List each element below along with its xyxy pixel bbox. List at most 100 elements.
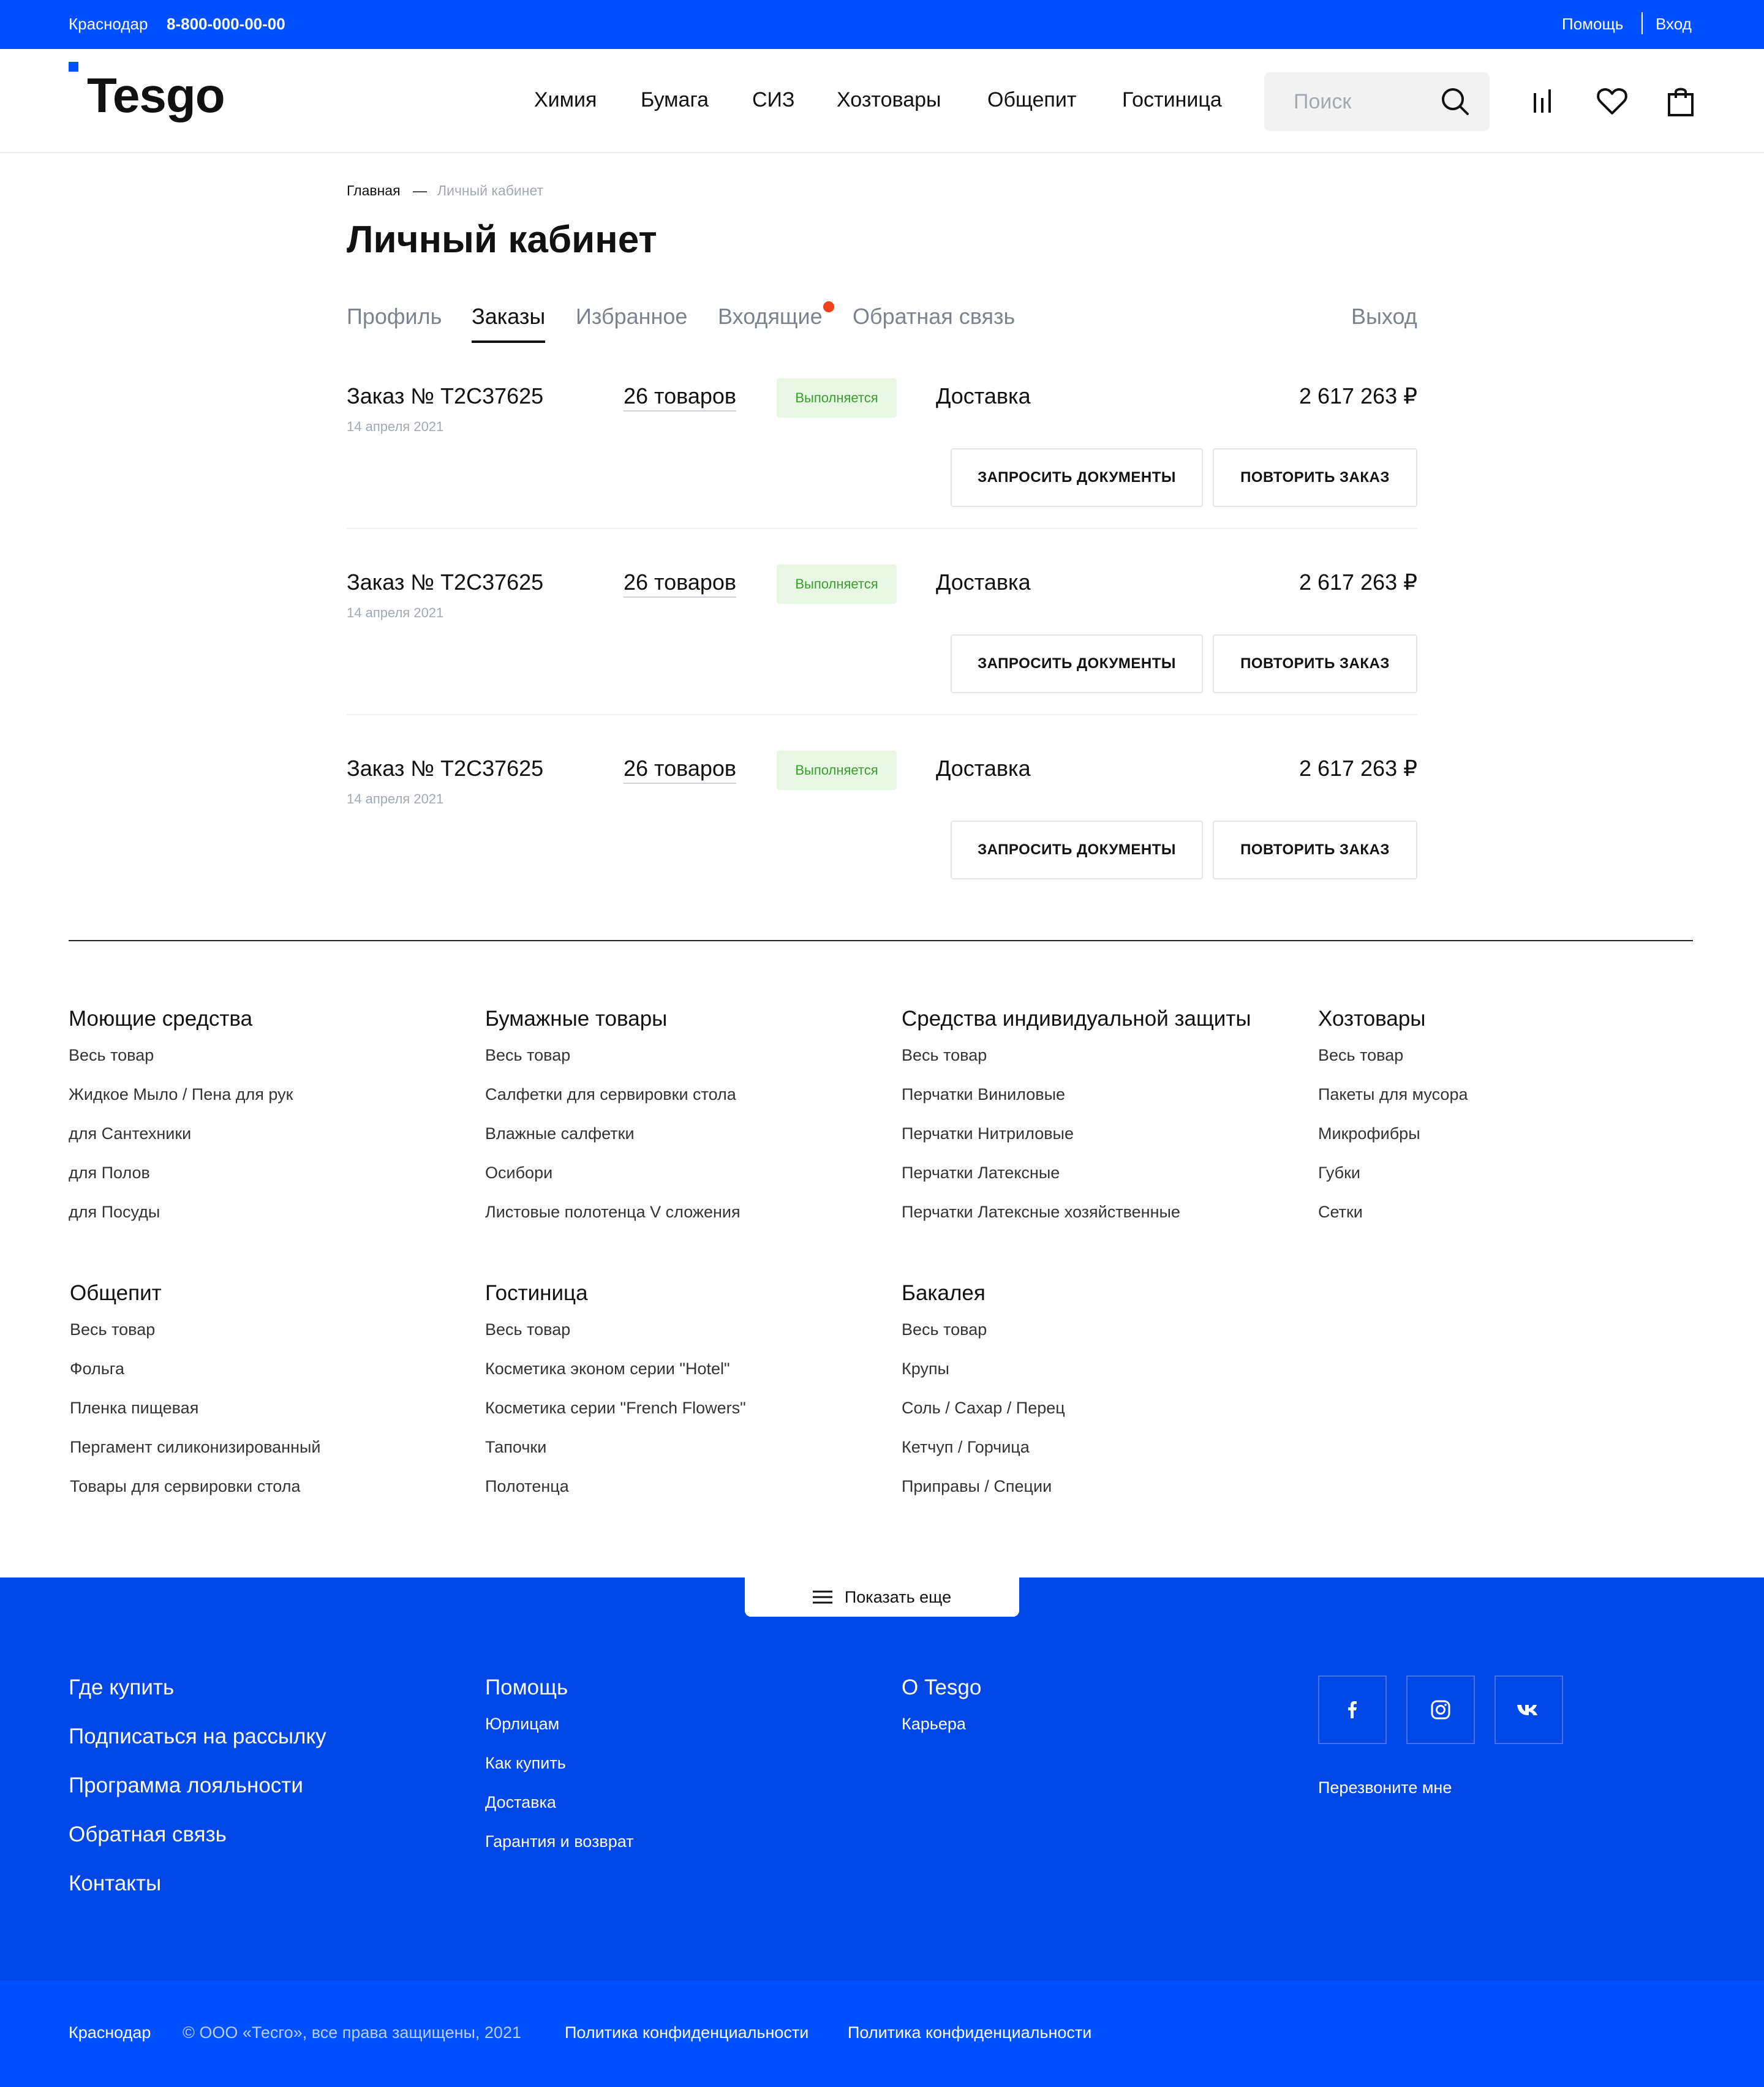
privacy-link[interactable]: Политика конфиденциальности [565,2023,809,2042]
catalog-link[interactable]: Кетчуп / Горчица [902,1437,1065,1476]
help-link[interactable]: Помощь [1562,15,1623,34]
catalog-column-ppe: Средства индивидуальной защиты Весь това… [902,1007,1251,1241]
footer-link[interactable]: Как купить [485,1754,634,1793]
footer-link[interactable]: Юрлицам [485,1715,634,1754]
login-link[interactable]: Вход [1656,15,1692,34]
catalog-link[interactable]: Жидкое Мыло / Пена для рук [69,1084,293,1123]
catalog-title[interactable]: Бакалея [902,1281,1065,1306]
catalog-link[interactable]: Полотенца [485,1476,746,1515]
bag-icon[interactable] [1664,85,1698,119]
footer-link-loyalty[interactable]: Программа лояльности [69,1773,326,1822]
catalog-link[interactable]: для Посуды [69,1201,293,1241]
request-documents-button[interactable]: ЗАПРОСИТЬ ДОКУМЕНТЫ [951,821,1203,879]
search-input[interactable] [1294,87,1428,116]
footer-link[interactable]: Доставка [485,1793,634,1832]
request-documents-button[interactable]: ЗАПРОСИТЬ ДОКУМЕНТЫ [951,634,1203,693]
order-items-link[interactable]: 26 товаров [624,383,737,412]
order-items-link[interactable]: 26 товаров [624,570,737,598]
catalog-link[interactable]: Весь товар [485,1319,746,1358]
catalog-link[interactable]: Осибори [485,1162,741,1201]
catalog-link[interactable]: Микрофибры [1318,1123,1468,1162]
catalog-link[interactable]: Перчатки Латексные хозяйственные [902,1201,1251,1241]
catalog-link[interactable]: Крупы [902,1358,1065,1397]
order-number[interactable]: Заказ № T2C37625 [347,756,543,781]
footer-link-where-to-buy[interactable]: Где купить [69,1675,326,1724]
compare-icon[interactable] [1526,85,1561,119]
nav-item-catering[interactable]: Общепит [987,88,1076,112]
catalog-link[interactable]: для Полов [69,1162,293,1201]
catalog-link[interactable]: Приправы / Специи [902,1476,1065,1515]
footer-link[interactable]: Карьера [902,1715,981,1754]
tab-profile[interactable]: Профиль [347,304,442,329]
catalog-link[interactable]: Сетки [1318,1201,1468,1241]
privacy-link-secondary[interactable]: Политика конфиденциальности [848,2023,1091,2042]
instagram-icon[interactable] [1406,1675,1475,1744]
catalog-link[interactable]: Перчатки Виниловые [902,1084,1251,1123]
phone-link[interactable]: 8-800-000-00-00 [167,15,285,34]
bottom-city[interactable]: Краснодар [69,2023,151,2042]
footer-link-feedback[interactable]: Обратная связь [69,1822,326,1871]
repeat-order-button[interactable]: ПОВТОРИТЬ ЗАКАЗ [1213,821,1417,879]
tab-favorites[interactable]: Избранное [576,304,687,329]
catalog-title[interactable]: Средства индивидуальной защиты [902,1007,1251,1031]
city-label[interactable]: Краснодар [69,15,148,34]
catalog-link[interactable]: Пергамент силиконизированный [70,1437,320,1476]
facebook-icon[interactable] [1318,1675,1387,1744]
catalog-link[interactable]: Перчатки Нитриловые [902,1123,1251,1162]
search-icon[interactable] [1439,86,1471,118]
nav-item-ppe[interactable]: СИЗ [752,88,795,112]
show-more-button[interactable]: Показать еще [745,1577,1019,1617]
nav-item-household[interactable]: Хозтовары [837,88,941,112]
catalog-title[interactable]: Бумажные товары [485,1007,741,1031]
catalog-link[interactable]: для Сантехники [69,1123,293,1162]
catalog-link[interactable]: Весь товар [902,1319,1065,1358]
catalog-link[interactable]: Перчатки Латексные [902,1162,1251,1201]
catalog-link[interactable]: Салфетки для сервировки стола [485,1084,741,1123]
nav-item-hotel[interactable]: Гостиница [1122,88,1222,112]
catalog-link[interactable]: Косметика эконом серии "Hotel" [485,1358,746,1397]
footer-help-column: Помощь Юрлицам Как купить Доставка Гаран… [485,1675,634,1871]
repeat-order-button[interactable]: ПОВТОРИТЬ ЗАКАЗ [1213,634,1417,693]
footer-link-contacts[interactable]: Контакты [69,1871,326,1920]
catalog-link[interactable]: Косметика серии "French Flowers" [485,1397,746,1437]
catalog-link[interactable]: Весь товар [1318,1045,1468,1084]
tab-inbox[interactable]: Входящие [718,304,823,329]
breadcrumb-home[interactable]: Главная [347,182,401,199]
order-number[interactable]: Заказ № T2C37625 [347,383,543,409]
catalog-link[interactable]: Влажные салфетки [485,1123,741,1162]
catalog-link[interactable]: Весь товар [70,1319,320,1358]
catalog-link[interactable]: Листовые полотенца V сложения [485,1201,741,1241]
footer-about-title[interactable]: О Tesgo [902,1675,981,1700]
nav-item-chemistry[interactable]: Химия [534,88,597,112]
vk-icon[interactable] [1494,1675,1563,1744]
catalog-link[interactable]: Пакеты для мусора [1318,1084,1468,1123]
catalog-title[interactable]: Хозтовары [1318,1007,1468,1031]
catalog-link[interactable]: Фольга [70,1358,320,1397]
catalog-link[interactable]: Весь товар [902,1045,1251,1084]
request-documents-button[interactable]: ЗАПРОСИТЬ ДОКУМЕНТЫ [951,448,1203,507]
catalog-link[interactable]: Тапочки [485,1437,746,1476]
logo[interactable]: Tesgo [87,67,225,124]
catalog-title[interactable]: Гостиница [485,1281,746,1306]
footer-link[interactable]: Гарантия и возврат [485,1832,634,1871]
catalog-link[interactable]: Пленка пищевая [70,1397,320,1437]
tab-orders[interactable]: Заказы [472,304,545,329]
catalog-link[interactable]: Губки [1318,1162,1468,1201]
repeat-order-button[interactable]: ПОВТОРИТЬ ЗАКАЗ [1213,448,1417,507]
breadcrumb-separator: — [413,182,427,198]
catalog-title[interactable]: Моющие средства [69,1007,293,1031]
catalog-title[interactable]: Общепит [70,1281,320,1306]
nav-item-paper[interactable]: Бумага [641,88,709,112]
footer-link-subscribe[interactable]: Подписаться на рассылку [69,1724,326,1773]
catalog-link[interactable]: Товары для сервировки стола [70,1476,320,1515]
heart-icon[interactable] [1595,85,1629,119]
catalog-link[interactable]: Весь товар [69,1045,293,1084]
order-items-link[interactable]: 26 товаров [624,756,737,784]
logout-link[interactable]: Выход [1351,304,1417,329]
catalog-link[interactable]: Соль / Сахар / Перец [902,1397,1065,1437]
catalog-link[interactable]: Весь товар [485,1045,741,1084]
callback-link[interactable]: Перезвоните мне [1318,1778,1452,1797]
footer-help-title[interactable]: Помощь [485,1675,634,1700]
tab-feedback[interactable]: Обратная связь [853,304,1015,329]
order-number[interactable]: Заказ № T2C37625 [347,570,543,595]
